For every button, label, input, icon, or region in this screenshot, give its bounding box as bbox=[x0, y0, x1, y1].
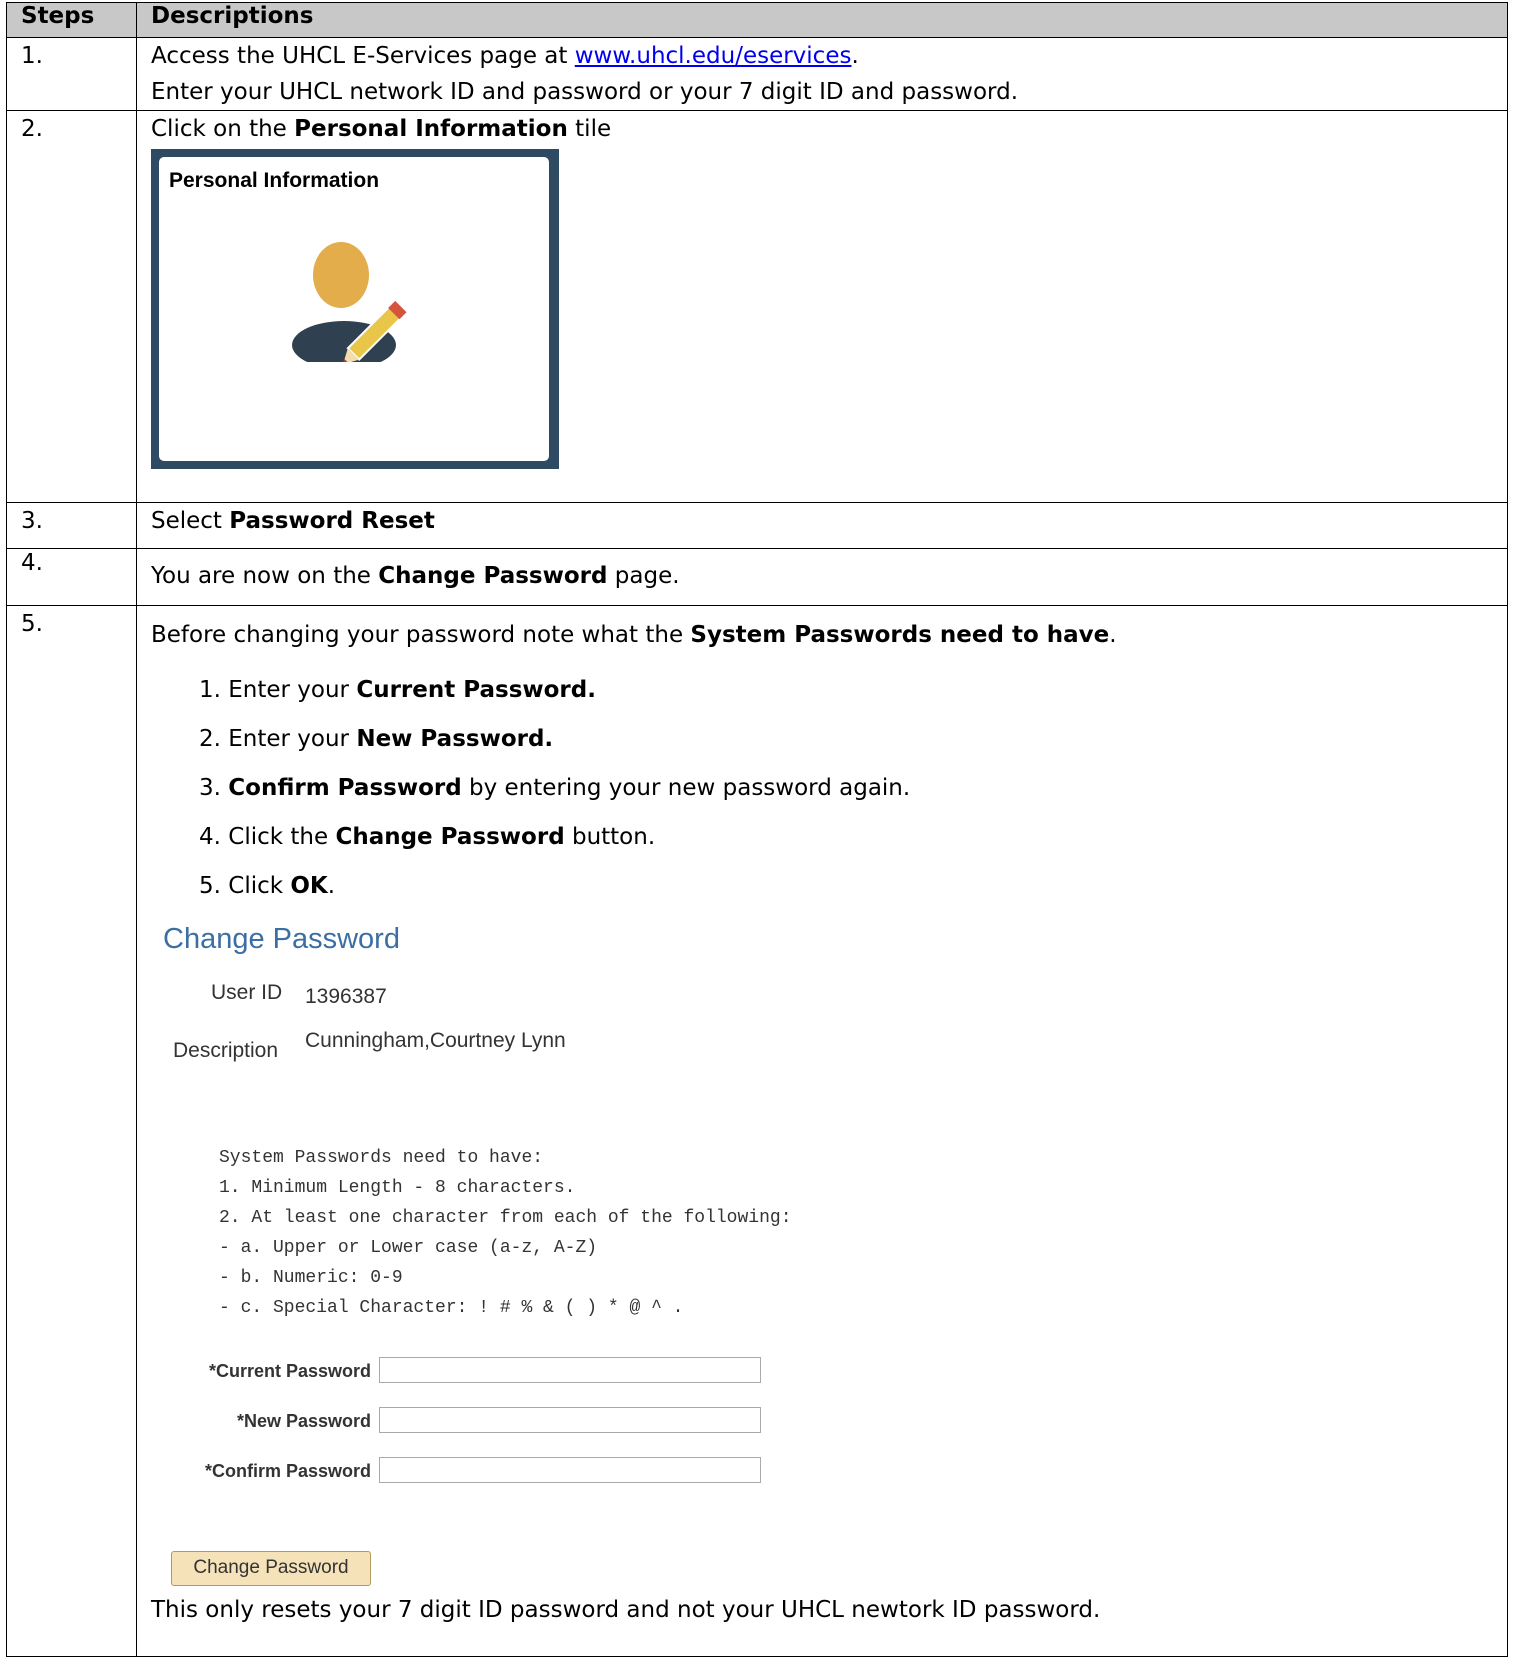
descriptions-header: Descriptions bbox=[136, 2, 1508, 38]
substep-3: 3. Confirm Password by entering your new… bbox=[199, 775, 911, 801]
step5-intro-bold: System Passwords need to have bbox=[690, 622, 1110, 648]
step-number: 3. bbox=[6, 502, 137, 549]
step-description: Select Password Reset bbox=[136, 502, 1508, 549]
change-password-button[interactable]: Change Password bbox=[171, 1551, 371, 1586]
step4-post: page. bbox=[607, 563, 680, 589]
steps-header: Steps bbox=[6, 2, 137, 38]
new-password-label: *New Password bbox=[236, 1411, 371, 1431]
reset-note: This only resets your 7 digit ID passwor… bbox=[151, 1597, 1101, 1623]
change-password-screenshot: Change Password User ID 1396387 Descript… bbox=[151, 911, 1507, 1656]
substep-4: 4. Click the Change Password button. bbox=[199, 824, 656, 850]
current-password-input[interactable] bbox=[379, 1357, 761, 1383]
step-number: 1. bbox=[6, 37, 137, 111]
step3-text: Select bbox=[151, 508, 230, 534]
step2-text: Click on the bbox=[151, 116, 295, 142]
substep-1: 1. Enter your Current Password. bbox=[199, 677, 596, 703]
step1-period: . bbox=[851, 43, 859, 69]
confirm-password-input[interactable] bbox=[379, 1457, 761, 1483]
description-value: Cunningham,Courtney Lynn bbox=[305, 1029, 566, 1052]
user-id-label: User ID bbox=[211, 981, 283, 1004]
step-row-1: 1. Access the UHCL E-Services page at ww… bbox=[6, 37, 1508, 111]
steps-table: Steps Descriptions 1. Access the UHCL E-… bbox=[6, 2, 1508, 1657]
substep-5: 5. Click OK. bbox=[199, 873, 336, 899]
step-number: 5. bbox=[6, 605, 137, 1657]
step-row-3: 3. Select Password Reset bbox=[6, 502, 1508, 549]
password-rules: System Passwords need to have: 1. Minimu… bbox=[219, 1148, 792, 1318]
user-id-value: 1396387 bbox=[305, 985, 387, 1008]
step5-intro-post: . bbox=[1109, 622, 1117, 648]
step-row-4: 4. You are now on the Change Password pa… bbox=[6, 548, 1508, 606]
step1-line2: Enter your UHCL network ID and password … bbox=[151, 79, 1019, 105]
substep-2: 2. Enter your New Password. bbox=[199, 726, 554, 752]
description-label: Description bbox=[173, 1039, 279, 1062]
personal-information-tile[interactable]: Personal Information bbox=[151, 149, 559, 469]
step4-bold: Change Password bbox=[378, 563, 608, 589]
step3-bold: Password Reset bbox=[229, 508, 435, 534]
step-description: Click on the Personal Information tile P… bbox=[136, 110, 1508, 503]
header-row: Steps Descriptions bbox=[6, 2, 1508, 38]
step1-text: Access the UHCL E-Services page at bbox=[151, 43, 575, 69]
step-row-5: 5. Before changing your password note wh… bbox=[6, 605, 1508, 1657]
person-edit-icon bbox=[289, 237, 419, 369]
step2-bold: Personal Information bbox=[294, 116, 568, 142]
eservices-link[interactable]: www.uhcl.edu/eservices bbox=[575, 43, 852, 69]
step2-post: tile bbox=[567, 116, 612, 142]
tile-title: Personal Information bbox=[169, 169, 380, 192]
step-description: Access the UHCL E-Services page at www.u… bbox=[136, 37, 1508, 111]
confirm-password-label: *Confirm Password bbox=[204, 1461, 371, 1481]
new-password-input[interactable] bbox=[379, 1407, 761, 1433]
step-description: You are now on the Change Password page. bbox=[136, 548, 1508, 606]
change-password-title: Change Password bbox=[163, 923, 400, 955]
step-number: 4. bbox=[6, 548, 137, 606]
step-number: 2. bbox=[6, 110, 137, 503]
step-description: Before changing your password note what … bbox=[136, 605, 1508, 1657]
step5-intro: Before changing your password note what … bbox=[151, 622, 691, 648]
step4-text: You are now on the bbox=[151, 563, 379, 589]
current-password-label: *Current Password bbox=[208, 1361, 371, 1381]
step-row-2: 2. Click on the Personal Information til… bbox=[6, 110, 1508, 503]
